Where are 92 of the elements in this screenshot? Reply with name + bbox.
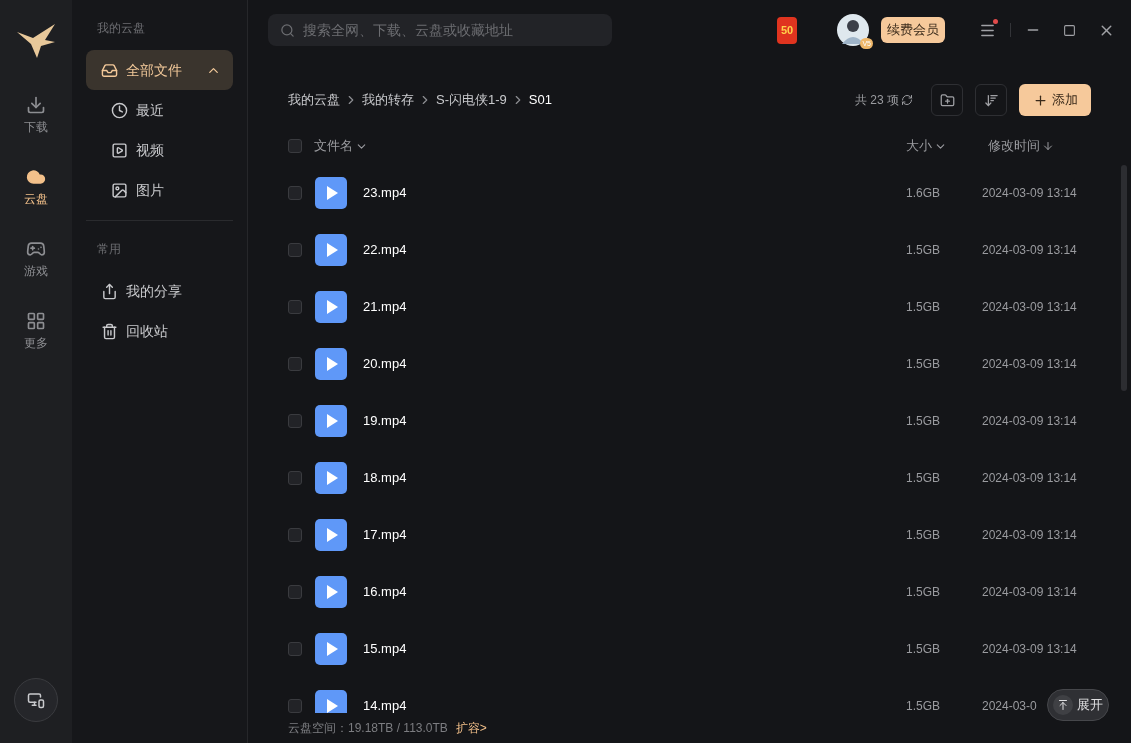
row-checkbox[interactable]: [288, 470, 302, 485]
video-file-icon: [315, 518, 347, 551]
section-title: 常用: [96, 241, 122, 258]
video-file-icon: [315, 176, 347, 209]
modified-time: 2024-03-09 13:14: [982, 185, 1077, 200]
item-count: 共 23 项: [855, 92, 899, 108]
file-name[interactable]: 16.mp4: [363, 581, 906, 602]
breadcrumb-link[interactable]: S-闪电侠1-9: [436, 90, 507, 110]
file-name[interactable]: 14.mp4: [363, 695, 906, 713]
column-header[interactable]: 文件名: [314, 136, 368, 156]
row-checkbox[interactable]: [288, 299, 302, 314]
folder-plus-icon: [939, 92, 955, 108]
download-icon: [26, 95, 46, 115]
maximize-icon[interactable]: [1063, 23, 1076, 37]
modified-time: 2024-03-09 13:14: [982, 356, 1077, 371]
add-button[interactable]: 添加: [1019, 84, 1091, 116]
file-name[interactable]: 19.mp4: [363, 410, 906, 431]
search-input[interactable]: 搜索全网、下载、云盘或收藏地址: [303, 20, 600, 40]
row-checkbox[interactable]: [288, 242, 302, 257]
video-file-icon: [315, 347, 347, 380]
trash-icon: [101, 322, 118, 340]
column-header[interactable]: 修改时间: [988, 136, 1091, 156]
new-folder-button[interactable]: [931, 84, 963, 116]
file-name[interactable]: 15.mp4: [363, 638, 906, 659]
clock-icon: [111, 101, 128, 119]
video-file-icon: [315, 233, 347, 266]
sidebar-item[interactable]: 视频: [86, 130, 233, 170]
row-checkbox[interactable]: [288, 527, 302, 542]
search-icon: [280, 22, 295, 38]
upload-icon: [1053, 695, 1073, 715]
refresh-icon[interactable]: [901, 94, 913, 106]
row-checkbox[interactable]: [288, 413, 302, 428]
sidebar-item[interactable]: 全部文件: [86, 50, 233, 90]
modified-time: 2024-03-09 13:14: [982, 527, 1077, 542]
modified-time: 2024-03-09 13:14: [982, 413, 1077, 428]
row-checkbox[interactable]: [288, 356, 302, 371]
device-button[interactable]: [14, 678, 58, 722]
file-name[interactable]: 22.mp4: [363, 239, 906, 260]
column-header[interactable]: 大小: [906, 136, 988, 156]
breadcrumb-link[interactable]: 我的云盘: [288, 90, 340, 110]
video-file-icon: [315, 404, 347, 437]
avatar[interactable]: [837, 14, 869, 46]
file-name[interactable]: 21.mp4: [363, 296, 906, 317]
vip-button[interactable]: 续费会员: [881, 17, 945, 43]
arrow-down-icon: [1042, 140, 1054, 152]
video-file-icon: [315, 632, 347, 665]
devices-icon: [27, 691, 45, 709]
section-title: 我的云盘: [96, 20, 146, 37]
breadcrumb-link[interactable]: 我的转存: [362, 90, 414, 110]
sidebar-item[interactable]: 回收站: [86, 311, 233, 351]
file-name[interactable]: 20.mp4: [363, 353, 906, 374]
row-checkbox[interactable]: [288, 584, 302, 599]
file-name[interactable]: 23.mp4: [363, 182, 906, 203]
modified-time: 2024-03-09 13:14: [982, 242, 1077, 257]
storage-usage: 云盘空间：19.18TB / 113.0TB: [288, 720, 448, 736]
inbox-icon: [101, 61, 118, 79]
video-file-icon: [315, 290, 347, 323]
rail-item[interactable]: 云盘: [6, 158, 66, 216]
cloud-icon: [26, 167, 46, 187]
breadcrumb-link[interactable]: S01: [528, 90, 552, 110]
modified-time: 2024-03-09 13:14: [982, 299, 1077, 314]
sidebar-item[interactable]: 图片: [86, 170, 233, 210]
row-checkbox[interactable]: [288, 641, 302, 656]
video-file-icon: [315, 461, 347, 494]
sidebar-item[interactable]: 最近: [86, 90, 233, 130]
scrollbar[interactable]: [1121, 165, 1127, 391]
sidebar-item[interactable]: 我的分享: [86, 271, 233, 311]
modified-time: 2024-03-09 13:14: [982, 641, 1077, 656]
modified-time: 2024-03-09 13:14: [982, 584, 1077, 599]
play-icon: [111, 141, 128, 159]
row-checkbox[interactable]: [288, 698, 302, 713]
share-icon: [101, 282, 118, 300]
rail-item[interactable]: 游戏: [6, 230, 66, 288]
plus-icon: [1032, 92, 1048, 108]
grid-icon: [26, 311, 46, 331]
modified-time: 2024-03-0: [982, 698, 1037, 713]
rail-item[interactable]: 更多: [6, 302, 66, 360]
rail-item[interactable]: 下载: [6, 86, 66, 144]
select-all-checkbox[interactable]: [288, 139, 302, 153]
sort-icon: [983, 92, 999, 108]
file-name[interactable]: 17.mp4: [363, 524, 906, 545]
row-checkbox[interactable]: [288, 185, 302, 200]
expand-storage-link[interactable]: 扩容>: [455, 720, 487, 736]
gamepad-icon: [26, 239, 46, 259]
file-name[interactable]: 18.mp4: [363, 467, 906, 488]
video-file-icon: [315, 575, 347, 608]
video-file-icon: [315, 689, 347, 713]
search-field[interactable]: 搜索全网、下载、云盘或收藏地址: [268, 14, 612, 46]
expand-button[interactable]: 展开: [1047, 689, 1109, 721]
image-icon: [111, 181, 128, 199]
modified-time: 2024-03-09 13:14: [982, 470, 1077, 485]
sort-button[interactable]: [975, 84, 1007, 116]
